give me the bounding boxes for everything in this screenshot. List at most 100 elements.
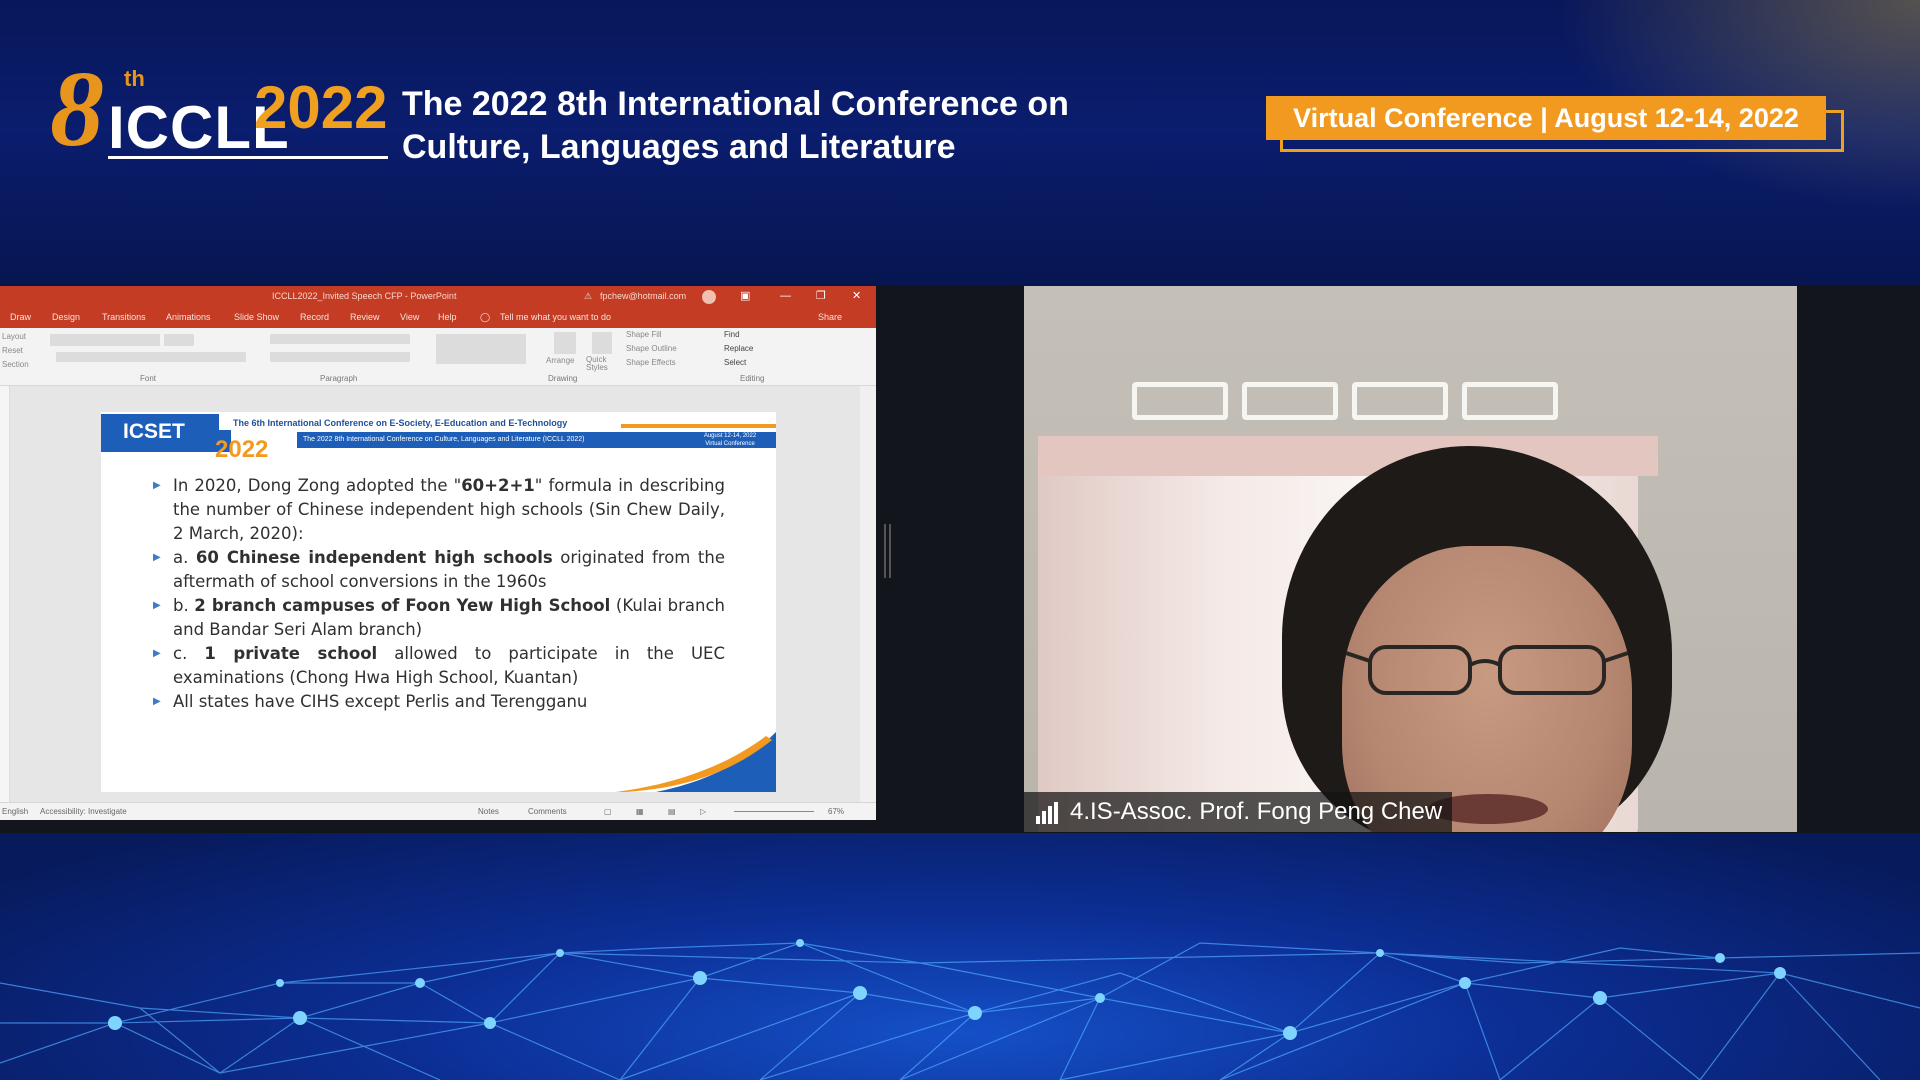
wall-vent xyxy=(1242,382,1338,420)
ribbon-replace[interactable]: Replace xyxy=(724,344,753,353)
slide-header-line2: The 2022 8th International Conference on… xyxy=(303,436,585,443)
minimize-icon[interactable]: — xyxy=(780,286,791,306)
logo-ordinal-number: 8 xyxy=(50,50,104,169)
menu-animations[interactable]: Animations xyxy=(166,306,211,328)
ribbon-quick-styles[interactable]: Quick Styles xyxy=(586,356,622,372)
bullet-item: In 2020, Dong Zong adopted the "60+2+1" … xyxy=(153,474,725,546)
close-icon[interactable]: ✕ xyxy=(852,286,861,306)
lightbulb-icon: ◯ xyxy=(480,312,491,322)
menu-transitions[interactable]: Transitions xyxy=(102,306,146,328)
shapes-gallery[interactable] xyxy=(436,334,526,364)
menu-help[interactable]: Help xyxy=(438,306,457,328)
ribbon-select[interactable]: Select xyxy=(724,358,746,367)
ppt-window-title: ICCLL2022_Invited Speech CFP - PowerPoin… xyxy=(272,291,457,301)
conference-date-badge: Virtual Conference | August 12-14, 2022 xyxy=(1266,96,1844,152)
conference-title-line1: The 2022 8th International Conference on xyxy=(402,85,1069,123)
menu-design[interactable]: Design xyxy=(52,306,80,328)
wall-vent xyxy=(1352,382,1448,420)
share-button[interactable]: Share xyxy=(818,306,842,328)
menu-view[interactable]: View xyxy=(400,306,419,328)
bullet-bold-text: 60+2+1 xyxy=(461,476,535,495)
slide-header-date: August 12-14, 2022 Virtual Conference xyxy=(687,432,773,448)
warning-icon: ⚠ xyxy=(584,291,593,301)
speaker-video: 4.IS-Assoc. Prof. Fong Peng Chew xyxy=(1024,286,1797,832)
signal-strength-icon xyxy=(1036,802,1062,824)
bullet-item: c. 1 private school allowed to participa… xyxy=(153,642,725,690)
wall-vents xyxy=(1132,382,1562,422)
menu-review[interactable]: Review xyxy=(350,306,380,328)
menu-draw[interactable]: Draw xyxy=(10,306,31,328)
bullet-text: b. xyxy=(173,596,195,615)
slide-sorter-icon[interactable]: ▦ xyxy=(636,803,644,820)
group-drawing-label: Drawing xyxy=(548,374,578,383)
slide-header-accent xyxy=(621,424,776,428)
powerpoint-window: ICCLL2022_Invited Speech CFP - PowerPoin… xyxy=(0,286,876,820)
bullet-text: All states have CIHS except Perlis and T… xyxy=(173,692,588,711)
logo-year: 2022 xyxy=(254,74,388,141)
bullet-bold-text: 2 branch campuses of Foon Yew High Schoo… xyxy=(194,596,611,615)
ribbon-section[interactable]: Section xyxy=(2,360,29,369)
ppt-status-bar: English Accessibility: Investigate Notes… xyxy=(0,802,876,820)
status-notes[interactable]: Notes xyxy=(478,803,499,820)
ribbon-shape-effects[interactable]: Shape Effects xyxy=(626,358,676,367)
bullet-item: All states have CIHS except Perlis and T… xyxy=(153,690,725,714)
ribbon-shape-outline[interactable]: Shape Outline xyxy=(626,344,677,353)
logo-ordinal-suffix: th xyxy=(124,66,145,91)
menu-slide-show[interactable]: Slide Show xyxy=(234,306,279,328)
slide-date-line1: August 12-14, 2022 xyxy=(703,433,757,439)
network-background xyxy=(0,833,1920,1080)
split-resize-handle[interactable] xyxy=(884,524,891,578)
font-size-box[interactable] xyxy=(164,334,194,346)
slide-header-line1: The 6th International Conference on E-So… xyxy=(233,418,568,428)
bullet-bold-text: 60 Chinese independent high schools xyxy=(195,548,553,567)
status-accessibility[interactable]: Accessibility: Investigate xyxy=(40,803,127,820)
speaker-glasses xyxy=(1346,645,1628,695)
slide-date-line2: Virtual Conference xyxy=(705,441,755,447)
tell-me-search[interactable]: Tell me what you want to do xyxy=(500,306,611,328)
quick-styles-icon[interactable] xyxy=(592,332,612,354)
current-slide[interactable]: ICSET 2022 The 6th International Confere… xyxy=(101,412,776,792)
slide-bullet-list: In 2020, Dong Zong adopted the "60+2+1" … xyxy=(153,474,725,714)
font-name-box[interactable] xyxy=(50,334,160,346)
font-format-buttons[interactable] xyxy=(56,352,246,362)
arrange-icon[interactable] xyxy=(554,332,576,354)
bullet-item: b. 2 branch campuses of Foon Yew High Sc… xyxy=(153,594,725,642)
status-zoom[interactable]: 67% xyxy=(828,803,844,820)
participant-name-tag: 4.IS-Assoc. Prof. Fong Peng Chew xyxy=(1024,792,1453,832)
ribbon-reset[interactable]: Reset xyxy=(2,346,23,355)
slide-logo-year: 2022 xyxy=(215,436,269,463)
paragraph-list-buttons[interactable] xyxy=(270,334,410,344)
user-avatar[interactable] xyxy=(702,290,716,304)
vertical-scrollbar[interactable] xyxy=(860,386,876,802)
bullet-text: a. xyxy=(173,548,196,567)
logo-underline xyxy=(108,156,388,159)
reading-view-icon[interactable]: ▤ xyxy=(668,803,676,820)
ribbon-shape-fill[interactable]: Shape Fill xyxy=(626,330,662,339)
slide-header: ICSET 2022 The 6th International Confere… xyxy=(101,412,776,463)
slideshow-view-icon[interactable]: ▷ xyxy=(700,803,706,820)
conference-title: The 2022 8th International Conference on… xyxy=(402,83,1122,169)
ribbon-display-icon[interactable]: ▣ xyxy=(740,286,750,306)
participant-name: 4.IS-Assoc. Prof. Fong Peng Chew xyxy=(1070,798,1443,825)
ribbon-find[interactable]: Find xyxy=(724,330,740,339)
conference-logo: 8 th ICCLL 2022 xyxy=(50,56,390,164)
zoom-slider[interactable] xyxy=(734,811,814,812)
group-paragraph-label: Paragraph xyxy=(320,374,358,383)
thumbnail-pane-edge[interactable] xyxy=(0,386,10,802)
ppt-ribbon: Layout Reset Section Arrange Quick Style… xyxy=(0,328,876,386)
restore-icon[interactable]: ❐ xyxy=(816,286,826,306)
conference-title-line2: Culture, Languages and Literature xyxy=(402,128,956,166)
ribbon-layout[interactable]: Layout xyxy=(2,332,26,341)
normal-view-icon[interactable]: ▢ xyxy=(604,803,612,820)
ppt-menu-bar: Draw Design Transitions Animations Slide… xyxy=(0,306,876,328)
bullet-item: a. 60 Chinese independent high schools o… xyxy=(153,546,725,594)
ppt-title-bar: ICCLL2022_Invited Speech CFP - PowerPoin… xyxy=(0,286,876,306)
ribbon-arrange[interactable]: Arrange xyxy=(546,356,574,365)
paragraph-align-buttons[interactable] xyxy=(270,352,410,362)
badge-text: Virtual Conference | August 12-14, 2022 xyxy=(1266,96,1826,140)
wall-vent xyxy=(1462,382,1558,420)
status-comments[interactable]: Comments xyxy=(528,803,567,820)
menu-record[interactable]: Record xyxy=(300,306,329,328)
slide-logo-text: ICSET xyxy=(123,420,185,443)
status-language[interactable]: English xyxy=(2,803,28,820)
